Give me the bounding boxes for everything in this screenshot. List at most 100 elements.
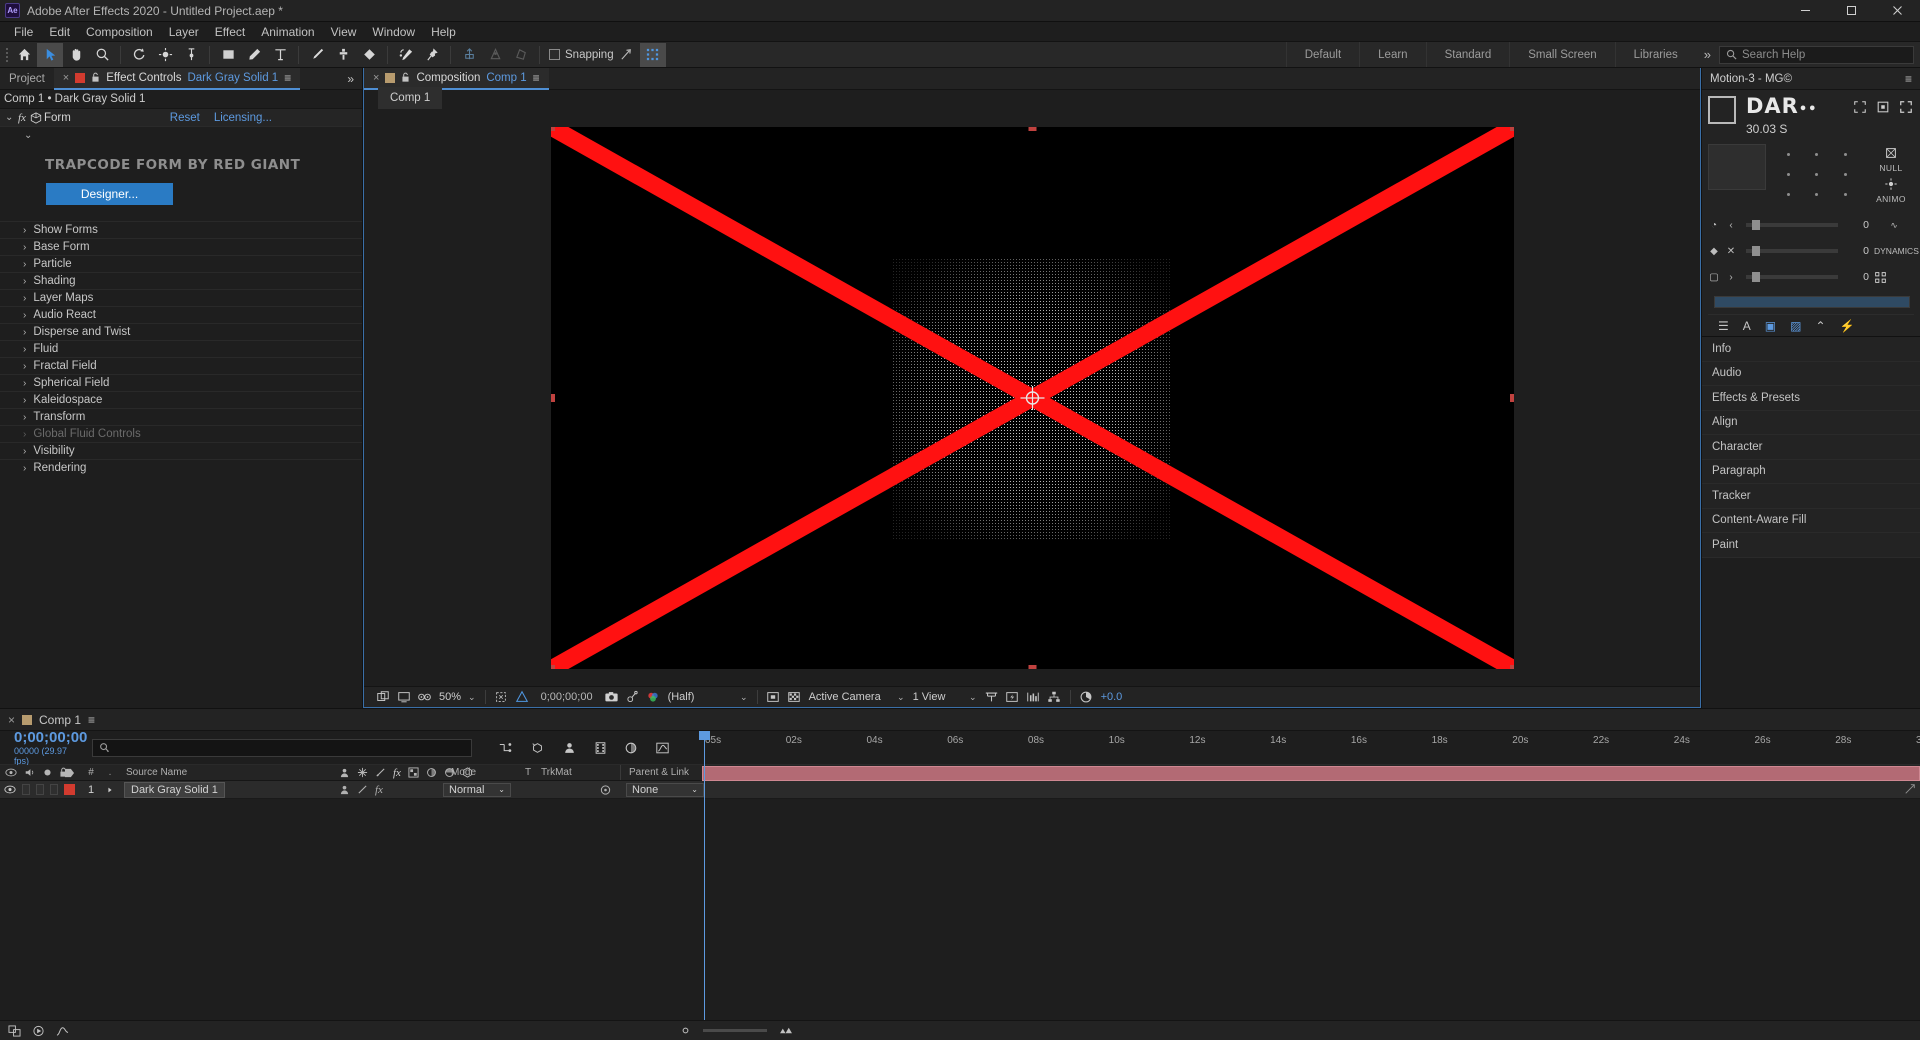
mg-menu-icon[interactable]: ≡: [1905, 72, 1912, 86]
anchor-align-icon[interactable]: [482, 43, 508, 67]
chevron-down-icon-2[interactable]: ⌄: [740, 692, 748, 703]
layer-audio-toggle[interactable]: [22, 784, 30, 795]
zoom-in-icon[interactable]: [779, 1025, 793, 1036]
chevron-right-icon[interactable]: ›: [23, 259, 26, 270]
toolbar-grip[interactable]: [2, 46, 11, 64]
mg-wave-icon[interactable]: ∿: [1874, 220, 1914, 231]
effect-group-spherical-field[interactable]: › Spherical Field: [0, 374, 362, 391]
snapping-checkbox[interactable]: [549, 49, 560, 60]
zoom-level-select[interactable]: 50% ⌄: [435, 689, 480, 705]
layer-mode-cell[interactable]: Normal ⌄: [443, 781, 518, 798]
panel-tab-paint[interactable]: Paint: [1702, 533, 1920, 558]
chevron-right-icon[interactable]: ›: [23, 378, 26, 389]
grid-guides-icon[interactable]: [512, 688, 533, 707]
layer-fx-icon[interactable]: fx: [375, 784, 383, 796]
layer-source-name[interactable]: Dark Gray Solid 1: [124, 781, 225, 798]
continuous-raster-icon[interactable]: [357, 767, 368, 778]
current-time-display[interactable]: 0;00;00;00: [533, 691, 601, 703]
hide-shy-layers-icon[interactable]: [562, 741, 577, 755]
workspace-small-screen[interactable]: Small Screen: [1509, 42, 1614, 67]
workspace-more-icon[interactable]: »: [1696, 47, 1719, 62]
mg-chevron-up-icon[interactable]: ⌃: [1815, 319, 1825, 333]
shape-tool-icon[interactable]: [215, 43, 241, 67]
motion-blur-col-icon[interactable]: [426, 767, 437, 778]
snapshot-camera-icon[interactable]: [601, 688, 622, 707]
snapping-toggle[interactable]: Snapping: [549, 49, 614, 61]
search-help-field[interactable]: Search Help: [1719, 45, 1914, 64]
mg-null-icon[interactable]: [1883, 144, 1900, 161]
mg-expand-icon[interactable]: [1851, 98, 1868, 115]
channel-rgb-icon[interactable]: [643, 688, 664, 707]
eraser-tool-icon[interactable]: [356, 43, 382, 67]
panel-expand-icon[interactable]: »: [339, 72, 362, 86]
layer-shy-icon[interactable]: [339, 784, 350, 795]
chevron-right-icon[interactable]: ›: [23, 412, 26, 423]
effects-fx-icon[interactable]: fx: [393, 767, 401, 779]
tab-project[interactable]: Project: [0, 68, 54, 90]
layer-solo-toggle[interactable]: [36, 784, 44, 795]
panel-tab-effects-presets[interactable]: Effects & Presets: [1702, 386, 1920, 411]
menu-animation[interactable]: Animation: [253, 23, 322, 41]
mg-progress-bar[interactable]: [1714, 296, 1910, 308]
align-vertical-icon[interactable]: [456, 43, 482, 67]
audio-icon[interactable]: [24, 767, 36, 778]
chevron-down-icon[interactable]: ⌄: [468, 692, 476, 703]
layer-name-cell[interactable]: Dark Gray Solid 1: [118, 781, 333, 798]
chevron-down-icon[interactable]: ⌄: [5, 112, 18, 123]
chevron-right-icon[interactable]: ›: [23, 327, 26, 338]
mg-square-small-icon[interactable]: ▢: [1708, 272, 1720, 283]
selection-tool-icon[interactable]: [37, 42, 63, 67]
timecode-block[interactable]: 0;00;00;00 00000 (29.97 fps): [6, 729, 87, 766]
rotation-tool-icon[interactable]: [126, 43, 152, 67]
layer-label-color[interactable]: [58, 781, 80, 798]
mg-prev-key-icon[interactable]: ‹: [1725, 220, 1737, 231]
panel-tab-align[interactable]: Align: [1702, 410, 1920, 435]
graph-toggle-icon[interactable]: [56, 1025, 69, 1037]
graph-editor-icon[interactable]: [655, 741, 670, 755]
workspace-libraries[interactable]: Libraries: [1614, 42, 1696, 67]
timeline-jump-icon[interactable]: [1023, 688, 1044, 707]
effect-group-fractal-field[interactable]: › Fractal Field: [0, 357, 362, 374]
panel-tab-info[interactable]: Info: [1702, 337, 1920, 362]
reset-link[interactable]: Reset: [170, 112, 200, 124]
composition-menu-icon[interactable]: ≡: [533, 71, 540, 85]
workspace-learn[interactable]: Learn: [1359, 42, 1425, 67]
chevron-down-icon-4[interactable]: ⌄: [969, 692, 977, 703]
chevron-right-icon[interactable]: ›: [23, 446, 26, 457]
clone-stamp-icon[interactable]: [330, 43, 356, 67]
comp-tab-close-icon[interactable]: ×: [373, 72, 379, 84]
layer-number-header[interactable]: #: [80, 765, 102, 780]
layer-eye-icon[interactable]: [4, 785, 16, 794]
tab-effect-controls[interactable]: × Effect Controls Dark Gray Solid 1 ≡: [53, 67, 301, 90]
zoom-tool-icon[interactable]: [89, 43, 115, 67]
timeline-search-field[interactable]: [92, 738, 472, 757]
source-name-header[interactable]: Source Name: [118, 765, 333, 780]
composition-viewer[interactable]: [364, 109, 1700, 686]
timecode-value[interactable]: 0;00;00;00: [14, 729, 87, 746]
camera-select[interactable]: Active Camera ⌄: [805, 689, 909, 705]
menu-view[interactable]: View: [323, 23, 365, 41]
menu-effect[interactable]: Effect: [207, 23, 253, 41]
show-snapshot-icon[interactable]: [622, 688, 643, 707]
mg-slider-3[interactable]: [1746, 272, 1838, 282]
mode-header[interactable]: Mode: [443, 765, 518, 780]
mg-value-2[interactable]: 0: [1847, 245, 1869, 257]
mg-grid-icon[interactable]: [1874, 271, 1914, 284]
mg-slider-2[interactable]: [1746, 246, 1838, 256]
mg-square-icon[interactable]: [1708, 96, 1736, 124]
effect-group-visibility[interactable]: › Visibility: [0, 442, 362, 459]
exposure-icon[interactable]: [1076, 688, 1097, 707]
effect-group-transform[interactable]: › Transform: [0, 408, 362, 425]
mg-dot-grid[interactable]: [1774, 144, 1860, 204]
layer-expand-icon[interactable]: [102, 781, 118, 798]
motion-blur-icon[interactable]: [624, 741, 638, 755]
panel-tab-content-aware-fill[interactable]: Content-Aware Fill: [1702, 508, 1920, 533]
mg-preview-thumbnail[interactable]: [1708, 144, 1766, 190]
effect-group-base-form[interactable]: › Base Form: [0, 238, 362, 255]
snapping-arrow-icon[interactable]: [614, 43, 640, 67]
effect-group-disperse-and-twist[interactable]: › Disperse and Twist: [0, 323, 362, 340]
toggle-viewer-icon[interactable]: [414, 688, 435, 707]
region-of-interest-icon[interactable]: [491, 688, 512, 707]
panel-tab-paragraph[interactable]: Paragraph: [1702, 459, 1920, 484]
mg-animo-icon[interactable]: [1883, 175, 1900, 192]
